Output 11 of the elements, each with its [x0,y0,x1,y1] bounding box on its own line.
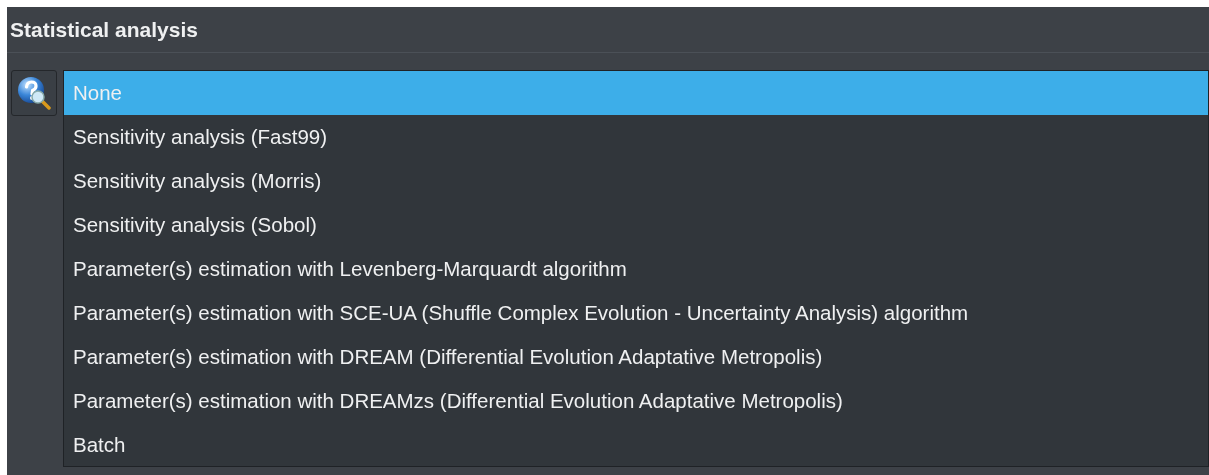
dropdown-item[interactable]: Parameter(s) estimation with DREAMzs (Differential Evolution Adaptative Metropolis) [64,379,1208,423]
dropdown-item[interactable]: Batch [64,423,1208,467]
help-search-icon [17,76,51,110]
dropdown-item[interactable]: Parameter(s) estimation with DREAM (Differential Evolution Adaptative Metropolis) [64,335,1208,379]
dropdown-item[interactable]: Sensitivity analysis (Fast99) [64,115,1208,159]
dropdown-item[interactable]: Sensitivity analysis (Sobol) [64,203,1208,247]
panel-title: Statistical analysis [10,17,198,42]
dropdown-item[interactable]: Parameter(s) estimation with SCE-UA (Shuffle Complex Evolution - Uncertainty Analysis) algorithm [64,291,1208,335]
dropdown-item[interactable]: Sensitivity analysis (Morris) [64,159,1208,203]
dropdown-item[interactable]: Parameter(s) estimation with Levenberg-Marquardt algorithm [64,247,1208,291]
help-button[interactable] [11,70,57,116]
